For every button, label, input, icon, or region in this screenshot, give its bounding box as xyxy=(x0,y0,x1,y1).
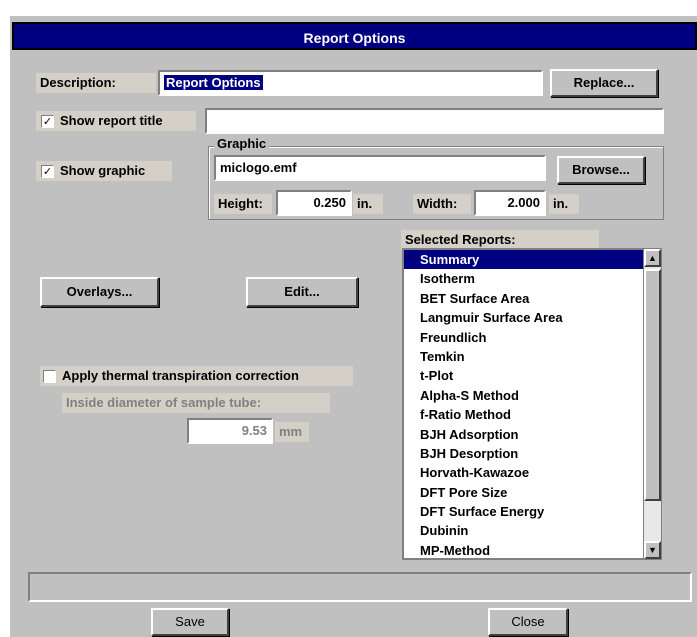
list-item[interactable]: MP-Method xyxy=(404,541,643,558)
report-title-input[interactable] xyxy=(205,108,664,134)
list-item[interactable]: f-Ratio Method xyxy=(404,405,643,424)
list-item[interactable]: Freundlich xyxy=(404,328,643,347)
title-bar: Report Options xyxy=(12,22,697,50)
width-input[interactable]: 2.000 xyxy=(474,190,546,216)
list-item[interactable]: Summary xyxy=(404,250,643,270)
save-button[interactable]: Save xyxy=(151,608,229,636)
list-item[interactable]: Langmuir Surface Area xyxy=(404,308,643,327)
list-item[interactable]: Alpha-S Method xyxy=(404,386,643,405)
scroll-thumb[interactable] xyxy=(644,269,661,501)
width-label: Width: xyxy=(413,194,471,214)
width-unit: in. xyxy=(549,194,579,214)
height-unit: in. xyxy=(353,194,383,214)
list-item[interactable]: Isotherm xyxy=(404,269,643,288)
description-value: Report Options xyxy=(164,75,263,90)
list-item[interactable]: Temkin xyxy=(404,347,643,366)
close-button[interactable]: Close xyxy=(488,608,568,636)
status-bar xyxy=(28,572,692,602)
scroll-down-icon[interactable]: ▼ xyxy=(644,541,661,559)
browse-button-label: Browse... xyxy=(572,162,630,177)
thermal-label: Apply thermal transpiration correction xyxy=(62,368,299,383)
edit-button[interactable]: Edit... xyxy=(246,277,358,307)
thermal-checkbox[interactable] xyxy=(43,370,56,383)
replace-button[interactable]: Replace... xyxy=(550,69,658,97)
list-item[interactable]: BET Surface Area xyxy=(404,289,643,308)
selected-reports-label: Selected Reports: xyxy=(401,230,599,250)
show-title-label: Show report title xyxy=(60,113,163,128)
inside-diameter-label: Inside diameter of sample tube: xyxy=(62,393,330,413)
list-item[interactable]: BJH Desorption xyxy=(404,444,643,463)
show-graphic-label: Show graphic xyxy=(60,163,146,178)
browse-button[interactable]: Browse... xyxy=(557,156,645,184)
graphic-group-label: Graphic xyxy=(214,136,270,151)
thermal-checkbox-row[interactable]: Apply thermal transpiration correction xyxy=(40,366,353,386)
show-title-checkbox-row[interactable]: ✓ Show report title xyxy=(36,111,196,131)
list-item[interactable]: DFT Surface Energy xyxy=(404,502,643,521)
show-title-checkbox[interactable]: ✓ xyxy=(41,115,54,128)
selected-reports-list[interactable]: Summary Isotherm BET Surface Area Langmu… xyxy=(402,248,643,560)
list-item[interactable]: Dubinin xyxy=(404,521,643,540)
height-label: Height: xyxy=(214,194,272,214)
list-scrollbar[interactable]: ▲ ▼ xyxy=(643,248,662,560)
description-input[interactable]: Report Options xyxy=(158,70,543,96)
diameter-input: 9.53 xyxy=(187,418,273,444)
height-input[interactable]: 0.250 xyxy=(276,190,352,216)
list-item[interactable]: Horvath-Kawazoe xyxy=(404,463,643,482)
show-graphic-checkbox-row[interactable]: ✓ Show graphic xyxy=(36,161,172,181)
list-item[interactable]: BJH Adsorption xyxy=(404,425,643,444)
show-graphic-checkbox[interactable]: ✓ xyxy=(41,165,54,178)
list-item[interactable]: t-Plot xyxy=(404,366,643,385)
diameter-unit: mm xyxy=(275,422,309,442)
description-label-text: Description: xyxy=(40,75,116,90)
list-item[interactable]: DFT Pore Size xyxy=(404,483,643,502)
description-label: Description: xyxy=(36,73,156,93)
graphic-file-input[interactable]: miclogo.emf xyxy=(214,155,546,181)
scroll-up-icon[interactable]: ▲ xyxy=(644,249,661,267)
overlays-button[interactable]: Overlays... xyxy=(40,277,159,307)
